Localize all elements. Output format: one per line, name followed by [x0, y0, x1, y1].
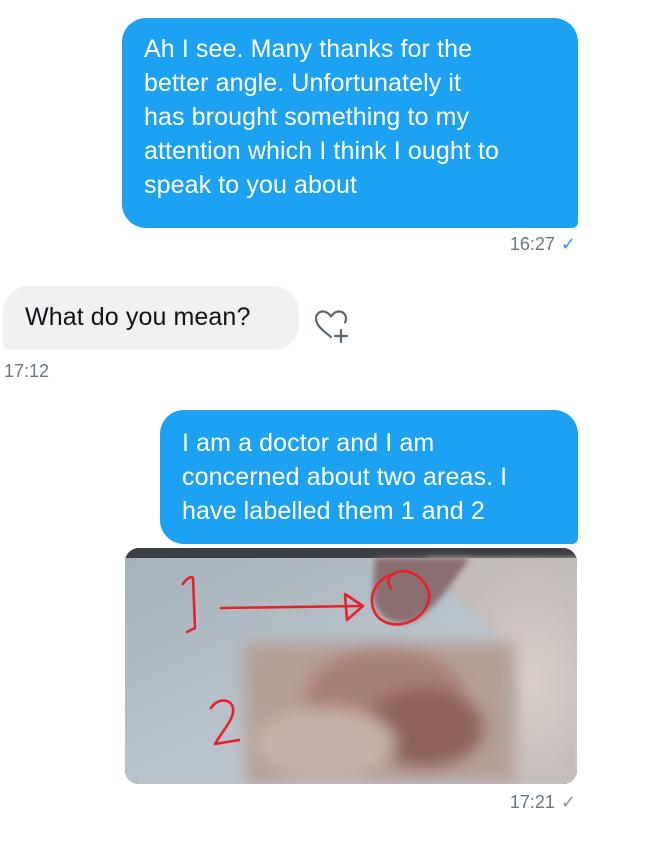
heart-plus-icon[interactable] [310, 304, 354, 348]
message-bubble-incoming[interactable]: What do you mean? [3, 286, 299, 350]
message-line: concerned about two areas. I [182, 463, 508, 491]
message-line: better angle. Unfortunately it [144, 69, 462, 97]
check-icon: ✓ [560, 234, 576, 254]
message-line: has brought something to my [144, 103, 470, 131]
message-timestamp: 17:12 [4, 361, 49, 382]
message-timestamp: 17:21 ✓ [510, 792, 576, 813]
message-line: attention which I think I ought to [144, 137, 500, 165]
message-bubble-outgoing[interactable]: I am a doctor and I am concerned about t… [160, 410, 578, 544]
message-line: Ah I see. Many thanks for the [144, 35, 473, 63]
time-label: 17:21 [509, 792, 555, 812]
message-line: have labelled them 1 and 2 [182, 497, 485, 525]
message-timestamp: 16:27 ✓ [510, 234, 576, 255]
check-icon: ✓ [560, 792, 576, 812]
message-line: I am a doctor and I am [182, 429, 435, 457]
message-image[interactable]: 1 2 [125, 548, 577, 784]
message-line: speak to you about [144, 171, 358, 199]
conversation: Ah I see. Many thanks for the better ang… [0, 0, 648, 857]
message-bubble-outgoing[interactable]: Ah I see. Many thanks for the better ang… [122, 18, 578, 228]
annotated-photo: 1 2 [125, 548, 577, 784]
message-line: What do you mean? [25, 303, 251, 331]
blurred-region [245, 643, 515, 783]
time-label: 17:12 [4, 361, 50, 381]
time-label: 16:27 [509, 234, 555, 254]
